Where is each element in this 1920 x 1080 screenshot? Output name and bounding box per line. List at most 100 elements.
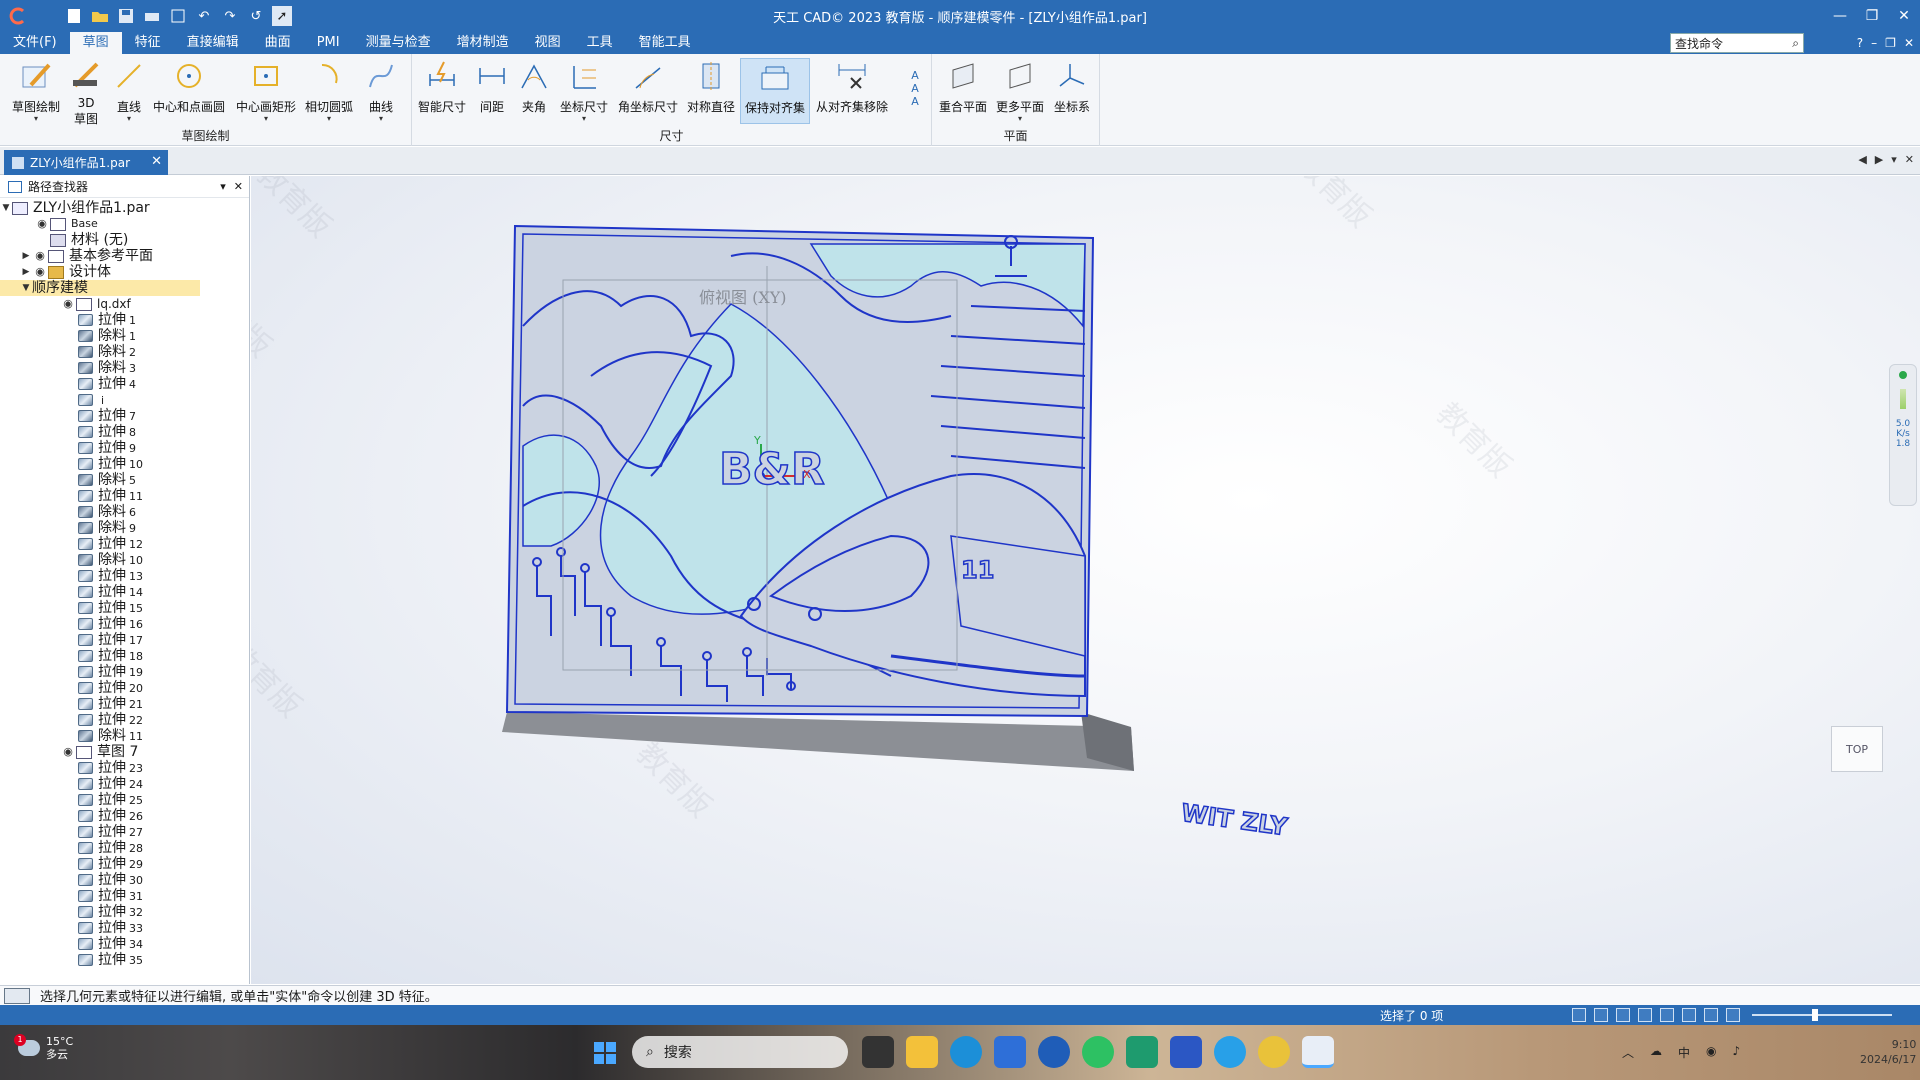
lock-icon[interactable]	[1726, 1008, 1740, 1022]
tab-next-icon[interactable]: ▶	[1875, 153, 1883, 166]
3d-sketch-button[interactable]: 3D草图	[66, 58, 106, 126]
smart-dimension-button[interactable]: 智能尺寸	[414, 58, 470, 124]
display-style-icon[interactable]	[1704, 1008, 1718, 1022]
visibility-eye-icon[interactable]: ◉	[60, 744, 76, 760]
zoom-icon[interactable]	[1594, 1008, 1608, 1022]
curve-button[interactable]: 曲线 ▾	[360, 58, 402, 124]
app-logo-icon[interactable]	[8, 6, 28, 26]
task-view-icon[interactable]	[862, 1036, 894, 1068]
tree-item-feature[interactable]: 拉伸 10	[0, 456, 249, 472]
tab-close-all-icon[interactable]: ✕	[1905, 153, 1914, 166]
zoom-area-icon[interactable]	[1572, 1008, 1586, 1022]
coordinate-system-button[interactable]: 坐标系	[1050, 58, 1094, 124]
select-cursor-icon[interactable]: ➚	[272, 6, 292, 26]
command-search-input[interactable]: 查找命令 ⌕	[1670, 33, 1804, 53]
menu-measure[interactable]: 测量与检查	[353, 32, 444, 54]
tree-item-feature[interactable]: 拉伸 1	[0, 312, 249, 328]
tree-root[interactable]: ▼ ZLY小组作品1.par	[0, 200, 249, 216]
expand-icon[interactable]: ▶	[20, 248, 32, 264]
menu-pmi[interactable]: PMI	[304, 32, 353, 54]
tree-item-feature[interactable]: 拉伸 25	[0, 792, 249, 808]
tree-item-feature[interactable]: 除料 3	[0, 360, 249, 376]
collapse-icon[interactable]: ▼	[20, 280, 32, 296]
tree-item-feature[interactable]: 拉伸 17	[0, 632, 249, 648]
cad-app-icon[interactable]	[1302, 1036, 1334, 1068]
pathfinder-close-icon[interactable]: ✕	[234, 180, 243, 193]
3d-viewport[interactable]: 教育版 教育版 教育版 教育版 教育版 教育版 俯视图 (XY) 11 B&R …	[251, 176, 1920, 984]
visibility-eye-icon[interactable]: ◉	[60, 296, 76, 312]
menu-surface[interactable]: 曲面	[252, 32, 304, 54]
collapse-icon[interactable]: ▼	[0, 200, 12, 216]
angular-coordinate-button[interactable]: 角坐标尺寸	[614, 58, 682, 124]
tree-item-feature[interactable]: 拉伸 16	[0, 616, 249, 632]
tree-item-feature[interactable]: i	[0, 392, 249, 408]
network-icon[interactable]: ☁	[1650, 1044, 1662, 1061]
tree-item-feature[interactable]: 拉伸 30	[0, 872, 249, 888]
help-icon[interactable]: ?	[1857, 36, 1863, 50]
tree-item-feature[interactable]: 拉伸 26	[0, 808, 249, 824]
fit-icon[interactable]	[1616, 1008, 1630, 1022]
expand-icon[interactable]: ▶	[20, 264, 32, 280]
tree-item-feature[interactable]: 除料 9	[0, 520, 249, 536]
line-button[interactable]: 直线 ▾	[112, 58, 146, 124]
tree-item-feature[interactable]: 拉伸 24	[0, 776, 249, 792]
tree-item-feature[interactable]: 拉伸 28	[0, 840, 249, 856]
tree-item-feature[interactable]: 拉伸 22	[0, 712, 249, 728]
view-orient-icon[interactable]	[1682, 1008, 1696, 1022]
more-planes-button[interactable]: 更多平面 ▾	[992, 58, 1048, 124]
chrome-icon[interactable]	[1258, 1036, 1290, 1068]
tree-item-feature[interactable]: 拉伸 14	[0, 584, 249, 600]
tree-item-feature[interactable]: 拉伸 18	[0, 648, 249, 664]
tree-item-feature[interactable]: 拉伸 31	[0, 888, 249, 904]
tree-item-feature[interactable]: 拉伸 32	[0, 904, 249, 920]
circle-button[interactable]: 中心和点画圆	[150, 58, 228, 124]
tree-item-ordered-modeling[interactable]: ▼ 顺序建模	[0, 280, 200, 296]
volume-icon[interactable]: ♪	[1733, 1044, 1741, 1061]
tree-item-reference-planes[interactable]: ▶ ◉ 基本参考平面	[0, 248, 249, 264]
tree-item-feature[interactable]: 拉伸 27	[0, 824, 249, 840]
menu-sketch[interactable]: 草图	[69, 32, 122, 54]
tree-item-feature[interactable]: 拉伸 34	[0, 936, 249, 952]
menu-file[interactable]: 文件(F)	[0, 32, 70, 54]
tree-item-feature[interactable]: 拉伸 12	[0, 536, 249, 552]
undo-history-icon[interactable]: ↺	[246, 6, 266, 26]
menu-smart-tools[interactable]: 智能工具	[626, 32, 704, 54]
search-icon[interactable]: ⌕	[1792, 36, 1799, 51]
pan-icon[interactable]	[1638, 1008, 1652, 1022]
rectangle-button[interactable]: 中心画矩形 ▾	[234, 58, 298, 124]
tab-prev-icon[interactable]: ◀	[1858, 153, 1866, 166]
visibility-eye-icon[interactable]: ◉	[32, 248, 48, 264]
file-explorer-icon[interactable]	[906, 1036, 938, 1068]
tree-item-feature[interactable]: 拉伸 15	[0, 600, 249, 616]
store-icon[interactable]	[994, 1036, 1026, 1068]
menu-tools[interactable]: 工具	[574, 32, 626, 54]
open-file-icon[interactable]	[90, 6, 110, 26]
shield-icon[interactable]	[1170, 1036, 1202, 1068]
sketch-button[interactable]: 草图绘制 ▾	[8, 58, 64, 124]
taskbar-search[interactable]: ⌕ 搜索	[632, 1036, 848, 1068]
tree-item-material[interactable]: 材料 (无)	[0, 232, 249, 248]
properties-icon[interactable]	[168, 6, 188, 26]
tree-item-feature[interactable]: 除料 2	[0, 344, 249, 360]
close-icon[interactable]: ✕	[1888, 0, 1920, 32]
tree-item-feature[interactable]: 除料 6	[0, 504, 249, 520]
tree-item-feature[interactable]: 拉伸 11	[0, 488, 249, 504]
wechat-icon[interactable]	[1082, 1036, 1114, 1068]
tree-item-feature[interactable]: 拉伸 9	[0, 440, 249, 456]
new-file-icon[interactable]	[64, 6, 84, 26]
model-canvas[interactable]	[251, 176, 1920, 984]
ime-indicator[interactable]: 中	[1678, 1044, 1690, 1061]
visibility-eye-icon[interactable]: ◉	[32, 264, 48, 280]
minimize-icon[interactable]: —	[1824, 0, 1856, 32]
tree-item-sketch-dxf[interactable]: ◉ lq.dxf	[0, 296, 249, 312]
tree-item-feature[interactable]: 拉伸 21	[0, 696, 249, 712]
arc-button[interactable]: 相切圆弧 ▾	[302, 58, 356, 124]
distance-button[interactable]: 间距	[472, 58, 512, 124]
tree-item-feature[interactable]: 拉伸 8	[0, 424, 249, 440]
edge-browser-icon[interactable]	[950, 1036, 982, 1068]
menu-direct-edit[interactable]: 直接编辑	[174, 32, 252, 54]
rotate-icon[interactable]	[1660, 1008, 1674, 1022]
coordinate-dimension-button[interactable]: 坐标尺寸 ▾	[556, 58, 612, 124]
doc-minimize-icon[interactable]: –	[1871, 36, 1877, 50]
document-tab[interactable]: ZLY小组作品1.par ✕	[4, 150, 168, 175]
